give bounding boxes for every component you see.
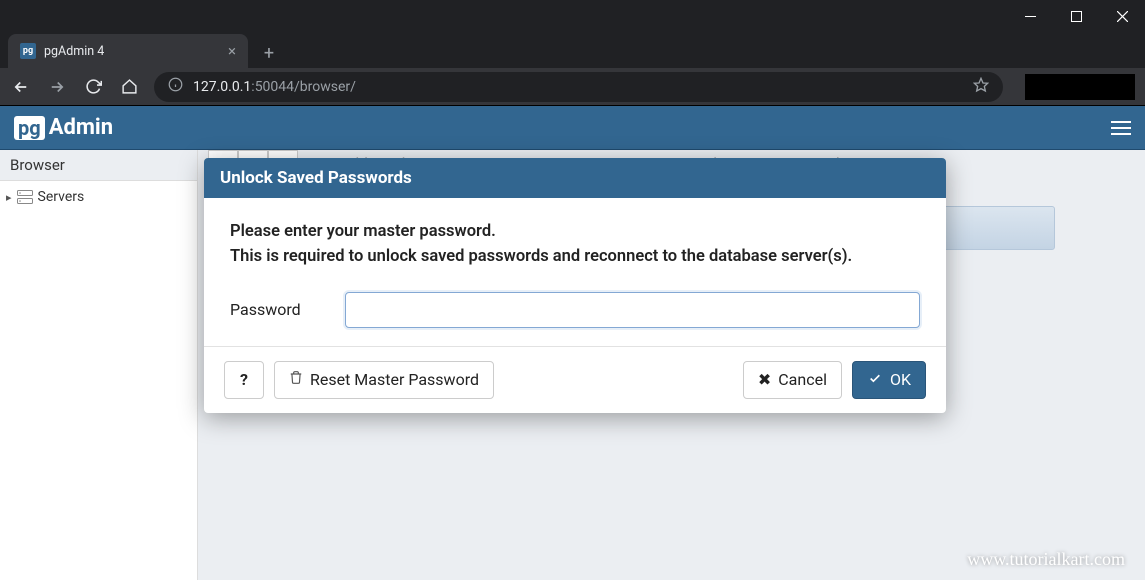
master-password-input[interactable]	[345, 292, 920, 328]
close-icon: ✖	[758, 370, 771, 389]
reload-button[interactable]	[82, 76, 104, 98]
maximize-button[interactable]	[1053, 0, 1099, 32]
tab-title: pgAdmin 4	[44, 44, 104, 59]
profile-area[interactable]	[1025, 74, 1135, 100]
cancel-button-label: Cancel	[778, 370, 827, 389]
tab-strip: pg pgAdmin 4 × +	[0, 32, 1145, 68]
tab-favicon: pg	[20, 43, 36, 59]
reset-master-password-button[interactable]: Reset Master Password	[274, 361, 494, 399]
dialog-footer: ? Reset Master Password ✖ Cancel OK	[204, 346, 946, 413]
password-row: Password	[230, 292, 920, 328]
url-text: 127.0.0.1:50044/browser/	[193, 79, 356, 95]
servers-icon	[17, 190, 33, 204]
browser-toolbar: 127.0.0.1:50044/browser/	[0, 68, 1145, 106]
tree-item-label: Servers	[38, 189, 85, 205]
home-button[interactable]	[118, 76, 140, 98]
check-icon	[867, 370, 883, 389]
pgadmin-header: pgAdmin	[0, 106, 1145, 150]
help-button[interactable]: ?	[224, 361, 264, 399]
unlock-passwords-dialog: Unlock Saved Passwords Please enter your…	[204, 158, 946, 413]
tab-close-icon[interactable]: ×	[228, 42, 236, 60]
cancel-button[interactable]: ✖ Cancel	[743, 361, 842, 399]
reset-button-label: Reset Master Password	[310, 370, 479, 389]
dialog-body: Please enter your master password. This …	[204, 198, 946, 346]
tree-item-servers[interactable]: ▸ Servers	[6, 189, 191, 205]
minimize-button[interactable]	[1007, 0, 1053, 32]
hamburger-menu-icon[interactable]	[1111, 121, 1131, 135]
ok-button-label: OK	[890, 370, 911, 389]
window-close-button[interactable]	[1099, 0, 1145, 32]
password-label: Password	[230, 300, 325, 319]
site-info-icon[interactable]	[168, 77, 183, 96]
new-tab-button[interactable]: +	[254, 38, 284, 68]
server-tree: ▸ Servers	[0, 181, 197, 213]
logo-text: Admin	[49, 115, 113, 140]
ok-button[interactable]: OK	[852, 361, 926, 399]
dialog-message-line2: This is required to unlock saved passwor…	[230, 245, 920, 270]
dialog-message-line1: Please enter your master password.	[230, 220, 920, 245]
address-bar[interactable]: 127.0.0.1:50044/browser/	[154, 72, 1003, 102]
pgadmin-logo[interactable]: pgAdmin	[14, 115, 113, 140]
trash-icon	[289, 370, 303, 389]
back-button[interactable]	[10, 76, 32, 98]
forward-button[interactable]	[46, 76, 68, 98]
tree-caret-icon[interactable]: ▸	[6, 191, 12, 204]
sidebar-title: Browser	[0, 150, 197, 181]
dialog-title: Unlock Saved Passwords	[204, 158, 946, 198]
window-titlebar	[0, 0, 1145, 32]
bookmark-star-icon[interactable]	[973, 77, 989, 97]
browser-tab[interactable]: pg pgAdmin 4 ×	[8, 34, 248, 68]
browser-sidebar: Browser ▸ Servers	[0, 150, 198, 580]
watermark: www.tutorialkart.com	[967, 549, 1125, 570]
logo-badge: pg	[14, 116, 45, 140]
